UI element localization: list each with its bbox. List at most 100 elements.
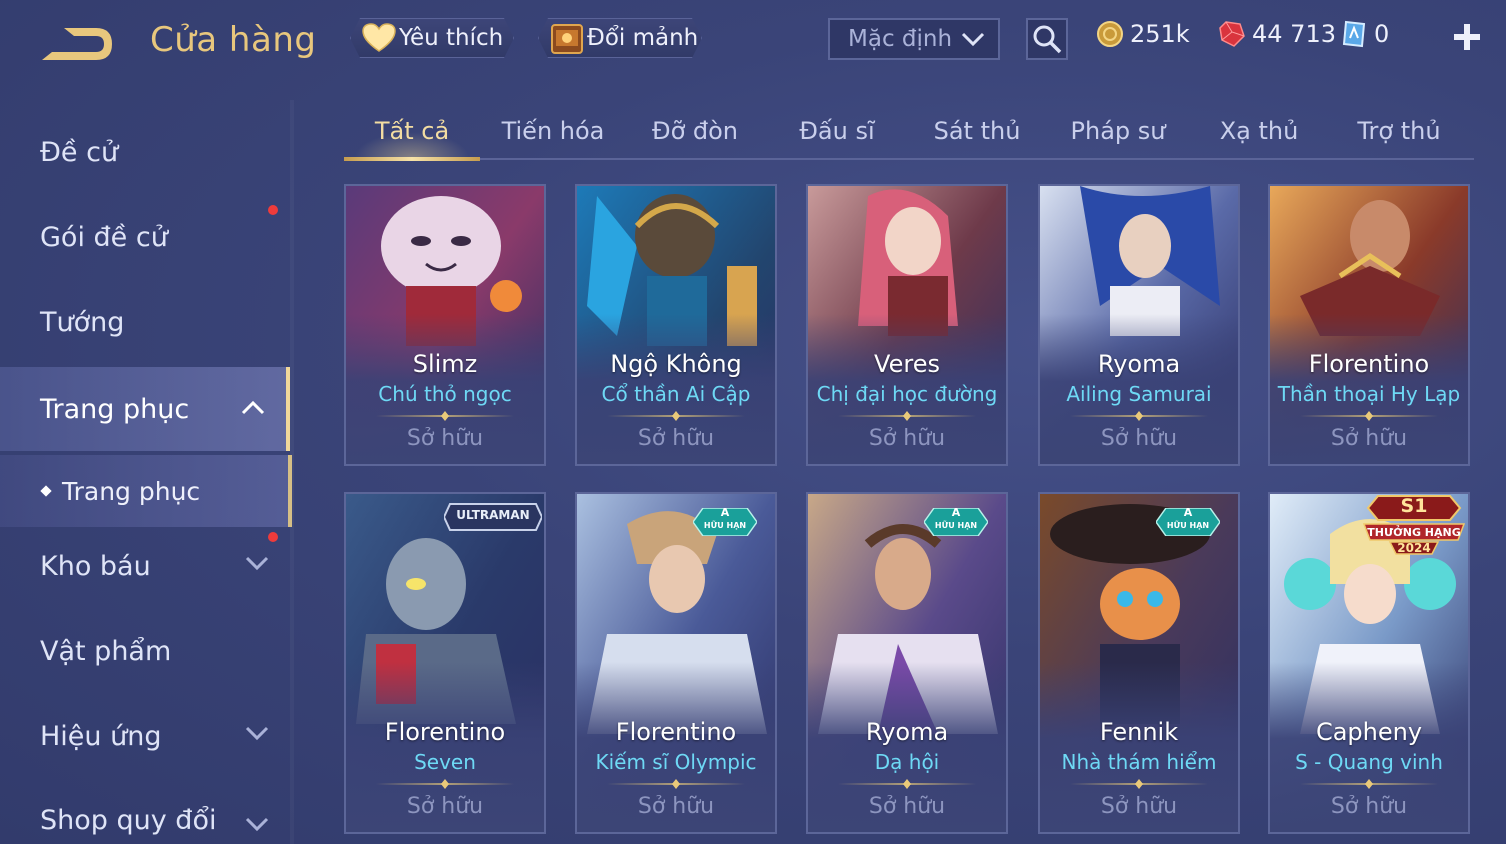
skin-name: Kiếm sĩ Olympic [595,750,757,774]
sidebar-item-treasure[interactable]: Kho báu [0,524,290,609]
sidebar-subitem-skins[interactable]: Trang phục [0,455,292,527]
ownership-status: Sở hữu [868,426,946,451]
badge-grade: A [720,506,730,519]
notification-dot [268,205,278,215]
ownership-status: Sở hữu [406,426,484,451]
ruby-balance: 44 713 [1218,20,1336,48]
favorite-label: Yêu thích [399,25,504,51]
page-title: Cửa hàng [150,20,317,60]
sidebar-item-label: Đề cử [40,137,119,168]
tab-label: Tiến hóa [501,117,605,145]
sidebar-item-heroes[interactable]: Tướng [0,280,290,365]
ruby-gem-icon [1218,20,1246,48]
skin-card[interactable]: A HỮU HẠN Fennik Nhà thám hiểm Sở hữu [1038,492,1240,834]
tab-label: Sát thủ [933,117,1021,145]
ownership-status: Sở hữu [637,426,715,451]
notification-dot [268,532,278,542]
plus-icon[interactable] [1450,20,1484,54]
sidebar-item-skins[interactable]: Trang phục [0,367,290,451]
sort-dropdown[interactable]: Mặc định [828,18,1000,60]
sort-value: Mặc định [848,26,953,52]
sidebar-item-label: Shop quy đổi [40,805,217,836]
ownership-status: Sở hữu [868,794,946,819]
search-button[interactable] [1026,18,1068,60]
gold-amount: 251k [1130,20,1190,48]
skin-card[interactable]: Veres Chị đại học đường Sở hữu [806,184,1008,466]
chevron-down-icon [961,32,985,47]
chevron-down-icon [245,556,269,571]
tab-fighter[interactable]: Đấu sĩ [768,104,906,158]
ownership-status: Sở hữu [1100,426,1178,451]
chevron-down-icon [245,817,269,832]
rank-reward-badge: S1 THƯỞNG HẠNG 2024 [1360,494,1468,560]
tab-tank[interactable]: Đỡ đòn [626,104,764,158]
skin-card[interactable]: S1 THƯỞNG HẠNG 2024 Capheny S - Quang vi… [1268,492,1470,834]
badge-grade: A [951,506,961,519]
limited-badge: A HỮU HẠN [1155,506,1221,540]
sidebar-item-exchange-shop[interactable]: Shop quy đổi [0,779,290,844]
skin-name: Nhà thám hiểm [1061,750,1217,774]
ownership-status: Sở hữu [1100,794,1178,819]
badge-label: THƯỞNG HẠNG [1367,526,1461,539]
voucher-icon [1340,20,1368,48]
tab-support[interactable]: Trợ thủ [1330,104,1468,158]
skin-name: S - Quang vinh [1295,750,1443,774]
badge-season: S1 [1400,495,1428,517]
sidebar-item-label: Tướng [40,307,125,338]
hero-name: Florentino [1308,350,1430,378]
chevron-down-icon [245,726,269,741]
skin-card[interactable]: Ngộ Không Cổ thần Ai Cập Sở hữu [575,184,777,466]
sidebar-item-effects[interactable]: Hiệu ứng [0,694,290,779]
tab-active-underline [344,157,480,161]
tab-all[interactable]: Tất cả [344,104,480,161]
sidebar-item-items[interactable]: Vật phẩm [0,609,290,694]
tab-marksman[interactable]: Xạ thủ [1190,104,1328,158]
tab-label: Trợ thủ [1357,117,1441,145]
skin-name: Thần thoại Hy Lạp [1277,382,1461,406]
favorite-button[interactable]: Yêu thích [350,18,514,58]
back-arrow-icon[interactable] [38,22,118,66]
skin-name: Dạ hội [874,750,940,774]
badge-label: ULTRAMAN [456,508,530,522]
tab-evolution[interactable]: Tiến hóa [484,104,622,158]
skin-card[interactable]: Slimz Chú thỏ ngọc Sở hữu [344,184,546,466]
heart-icon [361,20,397,56]
tab-active-glow [354,132,470,158]
ultraman-badge: ULTRAMAN [442,502,544,536]
trade-shards-button[interactable]: Đổi mảnh [538,18,702,58]
skin-name: Ailing Samurai [1066,382,1212,406]
skin-card[interactable]: ULTRAMAN Florentino Seven Sở hữu [344,492,546,834]
tab-mage[interactable]: Pháp sư [1048,104,1188,158]
badge-label: HỮU HẠN [934,521,978,530]
skin-card[interactable]: Ryoma Ailing Samurai Sở hữu [1038,184,1240,466]
skin-card[interactable]: A HỮU HẠN Ryoma Dạ hội Sở hữu [806,492,1008,834]
ownership-status: Sở hữu [1330,794,1408,819]
chest-icon [549,20,585,56]
category-tabs: Tất cả Tiến hóa Đỡ đòn Đấu sĩ Sát thủ Ph… [344,104,1474,161]
sidebar-item-label: Trang phục [40,393,190,425]
skin-name: Chị đại học đường [816,382,998,406]
tab-label: Đỡ đòn [651,117,739,145]
badge-label: HỮU HẠN [1166,521,1210,530]
badge-year: 2024 [1397,541,1431,555]
tab-label: Đấu sĩ [799,117,875,145]
ruby-amount: 44 713 [1252,20,1336,48]
voucher-balance: 0 [1340,20,1389,48]
hero-name: Fennik [1099,718,1179,746]
skin-card[interactable]: A HỮU HẠN Florentino Kiếm sĩ Olympic Sở … [575,492,777,834]
sidebar-item-recommended-bundles[interactable]: Gói đề cử [0,195,290,280]
voucher-amount: 0 [1374,20,1390,48]
tab-assassin[interactable]: Sát thủ [908,104,1046,158]
sidebar-item-label: Kho báu [40,551,151,582]
hero-name: Veres [874,350,940,378]
badge-grade: A [1183,506,1193,519]
trade-label: Đổi mảnh [587,25,699,51]
skin-name: Seven [414,750,476,774]
search-icon [1033,25,1062,54]
gold-balance: 251k [1096,20,1190,48]
skin-card[interactable]: Florentino Thần thoại Hy Lạp Sở hữu [1268,184,1470,466]
gold-coin-icon [1096,20,1124,48]
sidebar-subitem-label: Trang phục [62,476,201,506]
sidebar-item-recommended[interactable]: Đề cử [0,110,290,195]
hero-name: Ryoma [865,718,949,746]
